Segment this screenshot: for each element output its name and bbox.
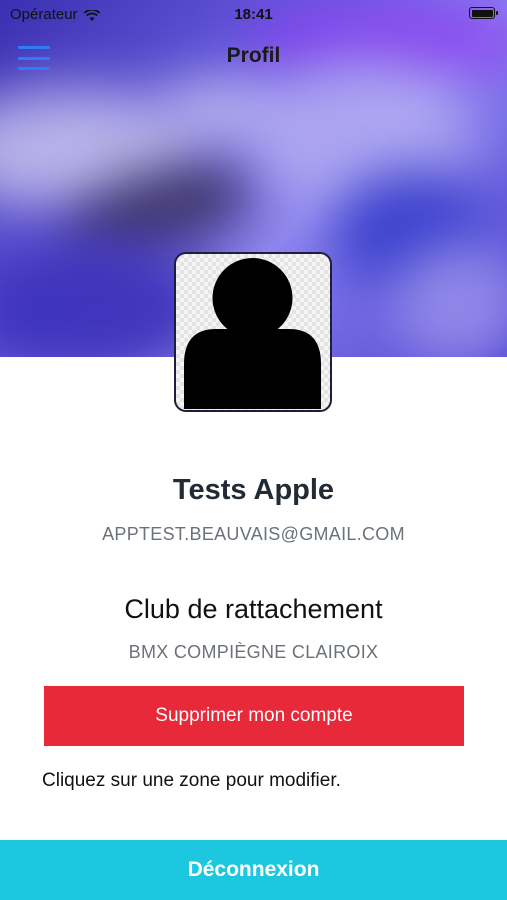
profile-email[interactable]: APPTEST.BEAUVAIS@GMAIL.COM [0,524,507,545]
navigation-bar: Profil [0,30,507,86]
club-section-title: Club de rattachement [124,594,383,624]
profile-avatar[interactable] [174,252,332,412]
profile-screen: Opérateur 18:41 Profil Tests Apple APPTE… [0,0,507,900]
profile-name[interactable]: Tests Apple [0,474,507,507]
battery-icon [469,7,498,19]
edit-hint: Cliquez sur une zone pour modifier. [42,770,341,791]
delete-account-button[interactable]: Supprimer mon compte [44,686,464,746]
status-bar: Opérateur 18:41 [0,0,507,30]
status-time: 18:41 [234,6,273,23]
page-title: Profil [226,44,281,67]
club-name[interactable]: BMX COMPIÈGNE CLAIROIX [0,642,507,663]
logout-button[interactable]: Déconnexion [0,840,507,900]
user-silhouette-icon [184,258,321,409]
